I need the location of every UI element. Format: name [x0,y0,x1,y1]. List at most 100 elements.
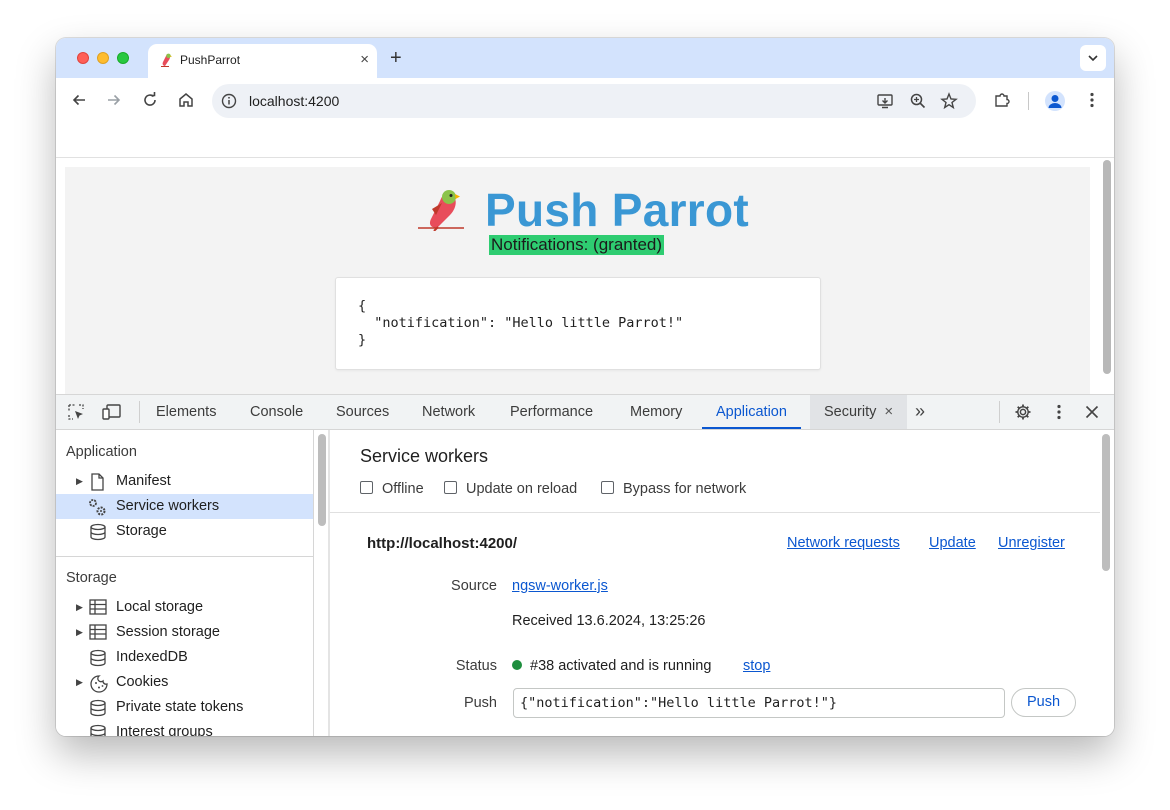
push-button[interactable]: Push [1011,688,1076,717]
sidebar-divider [56,556,313,557]
sidebar-item-indexeddb[interactable]: IndexedDB [56,645,313,670]
sidebar-item-label: Local storage [116,599,204,615]
expand-arrow-icon[interactable]: ▶ [76,670,83,695]
service-workers-panel: Service workers Offline Update on reload… [330,430,1114,736]
profile-avatar-icon[interactable] [1045,91,1065,111]
inspect-element-icon[interactable] [67,403,85,424]
sidebar-item-label: IndexedDB [116,649,188,665]
push-label: Push [463,695,497,711]
tab-console[interactable]: Console [236,395,317,429]
zoom-icon[interactable] [909,92,927,113]
tab-close-icon[interactable]: × [360,51,369,69]
bypass-for-network-checkbox[interactable]: Bypass for network [601,481,746,497]
update-on-reload-checkbox[interactable]: Update on reload [444,481,577,497]
sidebar-item-cookies[interactable]: ▶ Cookies [56,670,313,695]
browser-toolbar: localhost:4200 [56,78,1114,124]
more-tabs-chevron-icon[interactable]: » [915,401,925,422]
site-info-icon[interactable] [221,93,237,112]
panel-scrollbar[interactable] [1102,434,1110,571]
tab-strip: PushParrot × + [56,38,1114,78]
tab-memory[interactable]: Memory [616,395,696,429]
devtools-panel: Elements Console Sources Network Perform… [56,394,1114,736]
checkbox-box[interactable] [444,481,457,494]
close-tab-icon[interactable]: × [884,403,893,420]
tab-application[interactable]: Application [702,395,801,429]
expand-arrow-icon[interactable]: ▶ [76,469,83,494]
status-running-dot-icon [512,660,522,670]
home-icon[interactable] [177,91,195,112]
unregister-link[interactable]: Unregister [998,535,1065,551]
minimize-window-button[interactable] [97,52,109,64]
browser-tab[interactable]: PushParrot × [148,44,377,78]
checkbox-label: Offline [382,481,424,497]
checkbox-label: Bypass for network [623,481,747,497]
database-icon [89,724,107,736]
panel-title: Service workers [360,446,489,466]
page-scrollbar[interactable] [1103,160,1111,374]
source-file-link[interactable]: ngsw-worker.js [512,578,608,594]
tab-search-button[interactable] [1080,45,1106,71]
sidebar-item-private-state-tokens[interactable]: Private state tokens [56,695,313,720]
json-preview-card: { "notification": "Hello little Parrot!"… [335,277,821,370]
update-link[interactable]: Update [929,535,976,551]
sidebar-item-storage[interactable]: Storage [56,519,313,544]
push-payload-input[interactable]: {"notification":"Hello little Parrot!"} [513,688,1005,718]
chevron-down-icon [1088,55,1098,62]
sidebar-item-label: Session storage [116,624,220,640]
zoom-window-button[interactable] [117,52,129,64]
offline-checkbox[interactable]: Offline [360,481,424,497]
kebab-menu-icon[interactable] [1083,91,1101,112]
notification-status-badge: Notifications: (granted) [489,235,665,255]
sidebar-item-session-storage[interactable]: ▶ Session storage [56,620,313,645]
settings-gear-icon[interactable] [1014,403,1032,424]
sidebar-heading-application: Application [66,444,137,460]
sidebar-item-label: Interest groups [116,724,213,736]
devtools-separator [999,401,1000,423]
json-preview-text: { "notification": "Hello little Parrot!"… [358,298,684,348]
page-viewport: Push Parrot Notifications: (granted) { "… [56,158,1100,394]
stop-link[interactable]: stop [743,658,770,674]
tab-performance[interactable]: Performance [496,395,607,429]
expand-arrow-icon[interactable]: ▶ [76,620,83,645]
tab-elements[interactable]: Elements [142,395,230,429]
extensions-puzzle-icon[interactable] [993,91,1011,112]
close-devtools-icon[interactable] [1083,403,1101,424]
toolbar-separator [1028,92,1029,110]
sidebar-item-label: Cookies [116,674,169,690]
browser-window: PushParrot × + localhost:4200 Push Parro… [56,38,1114,736]
url-text[interactable]: localhost:4200 [249,93,339,109]
app-container: Push Parrot Notifications: (granted) { "… [65,167,1090,394]
tab-title: PushParrot [180,53,241,67]
close-window-button[interactable] [77,52,89,64]
bookmark-star-icon[interactable] [940,92,958,113]
sidebar-item-service-workers[interactable]: Service workers [56,494,313,519]
forward-arrow-icon[interactable] [105,91,123,112]
address-bar[interactable]: localhost:4200 [212,84,976,118]
page-header-area [56,124,1114,158]
devtools-separator [139,401,140,423]
install-app-icon[interactable] [876,92,894,113]
sidebar-heading-storage: Storage [66,570,117,586]
devtools-kebab-menu-icon[interactable] [1050,403,1068,424]
sidebar-item-label: Manifest [116,473,171,489]
new-tab-button[interactable]: + [390,46,402,70]
sidebar-item-label: Storage [116,523,167,539]
sidebar-item-label: Service workers [116,498,220,514]
status-value: #38 activated and is running [512,658,711,674]
sidebar-item-interest-groups[interactable]: Interest groups [56,720,313,736]
tab-sources[interactable]: Sources [322,395,403,429]
database-icon [89,523,107,550]
network-requests-link[interactable]: Network requests [787,535,900,551]
sidebar-item-local-storage[interactable]: ▶ Local storage [56,595,313,620]
checkbox-box[interactable] [360,481,373,494]
sidebar-item-manifest[interactable]: ▶ Manifest [56,469,313,494]
tab-security[interactable]: Security × [810,395,908,429]
checkbox-box[interactable] [601,481,614,494]
reload-icon[interactable] [141,91,159,112]
tab-security-label: Security [824,404,877,420]
sidebar-scrollbar[interactable] [318,434,326,526]
expand-arrow-icon[interactable]: ▶ [76,595,83,620]
device-toolbar-icon[interactable] [102,403,122,424]
back-arrow-icon[interactable] [70,91,88,112]
tab-network[interactable]: Network [408,395,489,429]
